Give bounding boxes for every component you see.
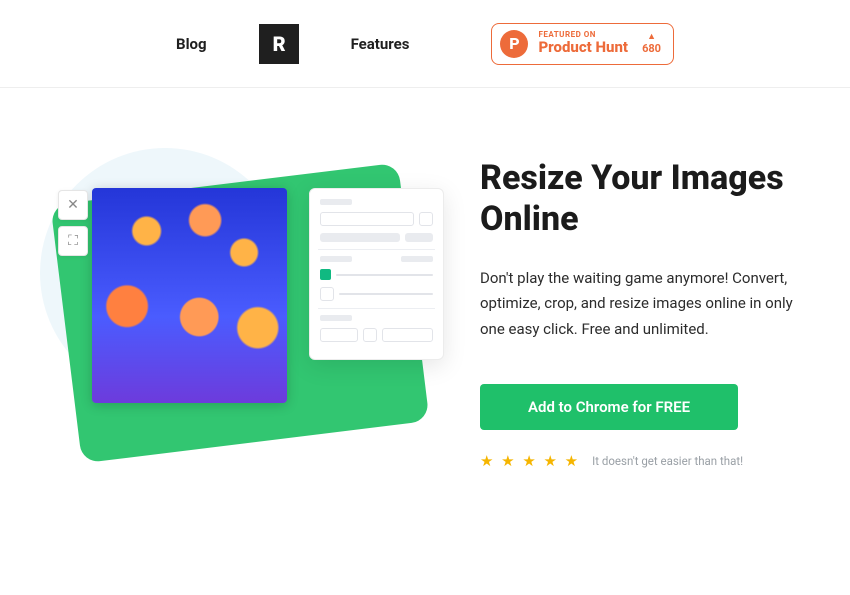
checkbox-icon[interactable] xyxy=(320,287,334,301)
panel-select[interactable] xyxy=(320,328,358,342)
nav-features-link[interactable]: Features xyxy=(351,35,410,53)
panel-lock-icon[interactable] xyxy=(419,212,433,226)
panel-label xyxy=(320,256,352,262)
product-hunt-badge[interactable]: P FEATURED ON Product Hunt ▲ 680 xyxy=(491,23,674,65)
lead-paragraph: Don't play the waiting game anymore! Con… xyxy=(480,266,810,343)
panel-field[interactable] xyxy=(320,233,400,242)
hero-section: ✕ ⛶ xyxy=(0,88,850,508)
star-icons: ★ ★ ★ ★ ★ xyxy=(480,452,580,470)
nav-blog-link[interactable]: Blog xyxy=(176,35,207,53)
tool-column: ✕ ⛶ xyxy=(58,190,88,256)
rating-row: ★ ★ ★ ★ ★ It doesn't get easier than tha… xyxy=(480,452,810,470)
sample-image xyxy=(92,188,287,403)
product-hunt-name: Product Hunt xyxy=(538,40,628,56)
panel-label xyxy=(401,256,433,262)
crop-icon[interactable]: ⛶ xyxy=(58,226,88,256)
hero-illustration: ✕ ⛶ xyxy=(30,148,450,508)
upvote-icon: ▲ xyxy=(647,33,656,42)
add-to-chrome-button[interactable]: Add to Chrome for FREE xyxy=(480,384,738,430)
panel-label xyxy=(320,315,352,321)
panel-label xyxy=(320,199,352,205)
panel-select[interactable] xyxy=(382,328,433,342)
slider[interactable] xyxy=(339,293,433,295)
product-hunt-upvotes: ▲ 680 xyxy=(642,33,661,55)
panel-select[interactable] xyxy=(320,212,414,226)
checkbox-icon[interactable] xyxy=(320,269,331,280)
panel-field[interactable] xyxy=(405,233,433,242)
page-title: Resize Your Images Online xyxy=(480,158,810,240)
close-icon[interactable]: ✕ xyxy=(58,190,88,220)
panel-toggle-icon[interactable] xyxy=(363,328,377,342)
hero-copy: Resize Your Images Online Don't play the… xyxy=(480,148,810,508)
settings-panel xyxy=(309,188,444,360)
logo[interactable]: R xyxy=(259,24,299,64)
product-hunt-text: FEATURED ON Product Hunt xyxy=(538,31,628,55)
upvote-count: 680 xyxy=(642,42,661,55)
product-hunt-icon: P xyxy=(500,30,528,58)
rating-caption: It doesn't get easier than that! xyxy=(592,454,743,468)
slider[interactable] xyxy=(336,274,433,276)
header: Blog R Features P FEATURED ON Product Hu… xyxy=(0,0,850,88)
